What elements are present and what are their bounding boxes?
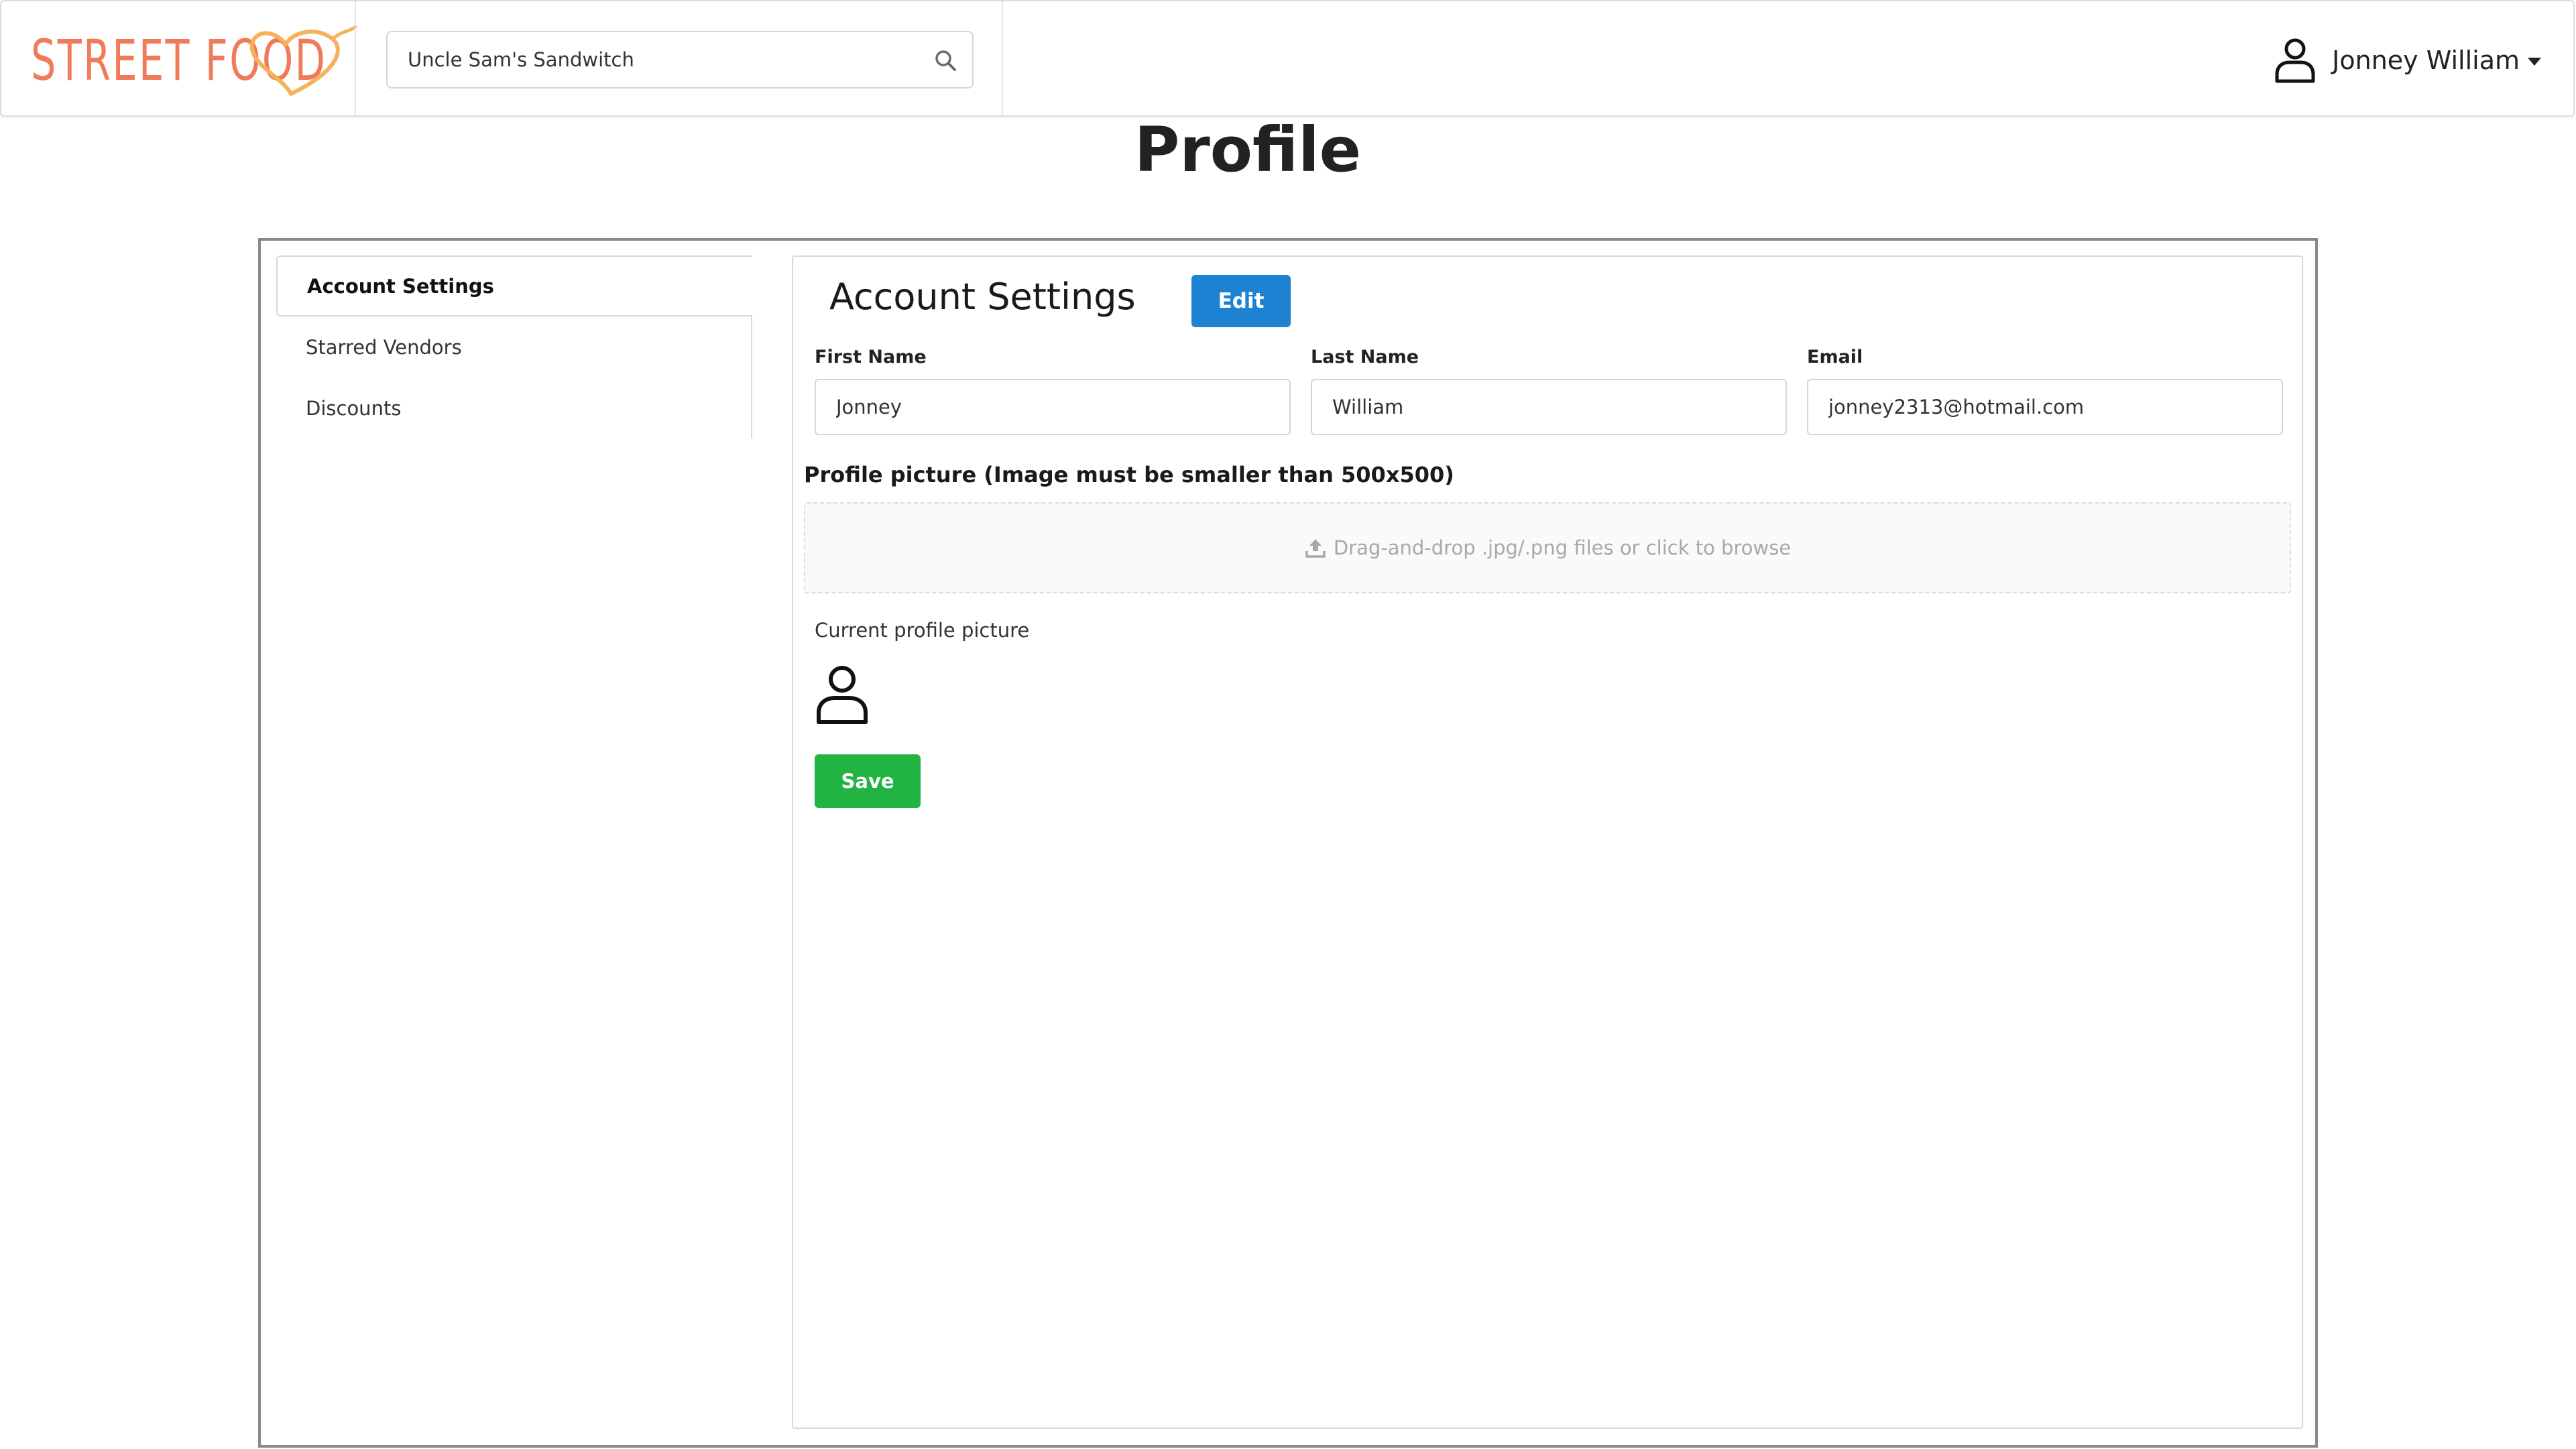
edit-button[interactable]: Edit <box>1191 275 1291 327</box>
email-label: Email <box>1807 347 1863 367</box>
email-field[interactable] <box>1807 379 2283 435</box>
heart-icon <box>249 25 357 96</box>
first-name-label: First Name <box>815 347 927 367</box>
sidebar-nav: Account Settings Starred Vendors Discoun… <box>276 255 752 439</box>
profile-frame: Account Settings Starred Vendors Discoun… <box>258 238 2318 1448</box>
sidebar-item-label: Starred Vendors <box>306 335 462 359</box>
section-title: Account Settings <box>829 276 1136 318</box>
user-icon <box>2275 38 2315 83</box>
user-menu[interactable]: Jonney William <box>2273 35 2541 86</box>
search-box[interactable] <box>386 31 974 89</box>
sidebar-item-discounts[interactable]: Discounts <box>276 378 751 439</box>
sidebar-list: Starred Vendors Discounts <box>276 316 752 439</box>
top-navbar: STREET FOOD Jonney William <box>0 0 2575 117</box>
sidebar-item-starred-vendors[interactable]: Starred Vendors <box>276 316 751 378</box>
upload-icon <box>1305 539 1326 558</box>
current-picture-label: Current profile picture <box>815 619 1030 642</box>
search-icon[interactable] <box>933 48 957 72</box>
sidebar-item-account-settings[interactable]: Account Settings <box>276 255 752 316</box>
profile-picture-label: Profile picture (Image must be smaller t… <box>804 462 1454 487</box>
first-name-field[interactable] <box>815 379 1291 435</box>
header-divider <box>355 1 356 117</box>
page-title: Profile <box>1134 114 1362 186</box>
file-dropzone[interactable]: Drag-and-drop .jpg/.png files or click t… <box>804 502 2291 593</box>
street-food-logo[interactable]: STREET FOOD <box>31 21 410 99</box>
user-name: Jonney William <box>2332 46 2520 75</box>
save-button[interactable]: Save <box>815 754 921 808</box>
last-name-label: Last Name <box>1311 347 1419 367</box>
chevron-down-icon[interactable] <box>2528 58 2541 66</box>
header-divider <box>1002 1 1003 117</box>
sidebar-item-label: Discounts <box>306 396 402 420</box>
avatar-icon <box>817 666 868 724</box>
last-name-field[interactable] <box>1311 379 1787 435</box>
account-settings-panel: Account Settings Edit First Name Last Na… <box>792 255 2303 1429</box>
dropzone-text: Drag-and-drop .jpg/.png files or click t… <box>1333 536 1792 559</box>
sidebar-item-label: Account Settings <box>307 274 494 298</box>
search-input[interactable] <box>408 32 904 87</box>
